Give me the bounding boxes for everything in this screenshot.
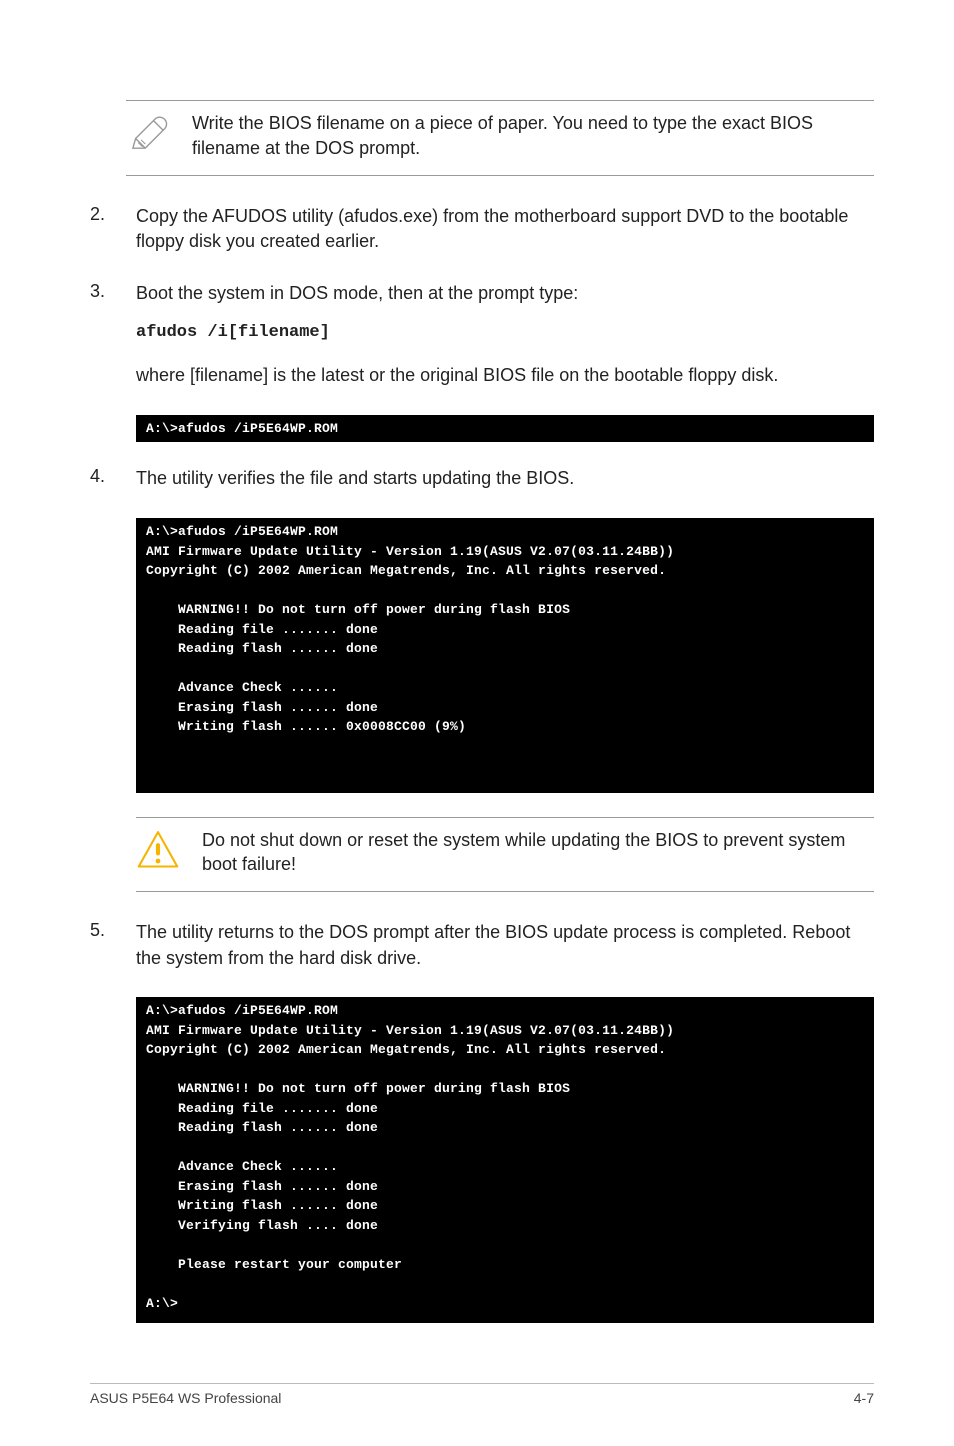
step-body: Boot the system in DOS mode, then at the…: [136, 281, 874, 401]
footer-left: ASUS P5E64 WS Professional: [90, 1390, 281, 1406]
step-text: where [filename] is the latest or the or…: [136, 363, 874, 389]
step-number: 2.: [90, 204, 136, 267]
terminal-output-1: A:\>afudos /iP5E64WP.ROM: [136, 415, 874, 443]
steps-list-cont1: 4. The utility verifies the file and sta…: [90, 466, 874, 504]
terminal-output-2: A:\>afudos /iP5E64WP.ROM AMI Firmware Up…: [136, 518, 874, 793]
step-text: The utility verifies the file and starts…: [136, 466, 874, 492]
footer-right: 4-7: [854, 1390, 874, 1406]
pencil-icon: [126, 111, 170, 160]
step-3: 3. Boot the system in DOS mode, then at …: [90, 281, 874, 401]
warning-text: Do not shut down or reset the system whi…: [202, 828, 874, 878]
step-body: The utility returns to the DOS prompt af…: [136, 920, 874, 983]
steps-list: 2. Copy the AFUDOS utility (afudos.exe) …: [90, 204, 874, 401]
step-5: 5. The utility returns to the DOS prompt…: [90, 920, 874, 983]
step-4: 4. The utility verifies the file and sta…: [90, 466, 874, 504]
command-code: afudos /i[filename]: [136, 323, 330, 342]
step-text: The utility returns to the DOS prompt af…: [136, 920, 874, 971]
page-footer: ASUS P5E64 WS Professional 4-7: [90, 1383, 874, 1406]
step-number: 5.: [90, 920, 136, 983]
step-body: Copy the AFUDOS utility (afudos.exe) fro…: [136, 204, 874, 267]
step-number: 3.: [90, 281, 136, 401]
warning-icon: [136, 828, 180, 877]
step-text: Copy the AFUDOS utility (afudos.exe) fro…: [136, 204, 874, 255]
step-number: 4.: [90, 466, 136, 504]
step-2: 2. Copy the AFUDOS utility (afudos.exe) …: [90, 204, 874, 267]
note-block: Write the BIOS filename on a piece of pa…: [126, 100, 874, 176]
step-body: The utility verifies the file and starts…: [136, 466, 874, 504]
page-content: Write the BIOS filename on a piece of pa…: [0, 0, 954, 1446]
note-text: Write the BIOS filename on a piece of pa…: [192, 111, 874, 161]
steps-list-cont2: 5. The utility returns to the DOS prompt…: [90, 920, 874, 983]
terminal-output-3: A:\>afudos /iP5E64WP.ROM AMI Firmware Up…: [136, 997, 874, 1323]
warning-block: Do not shut down or reset the system whi…: [136, 817, 874, 893]
step-text: Boot the system in DOS mode, then at the…: [136, 281, 874, 307]
